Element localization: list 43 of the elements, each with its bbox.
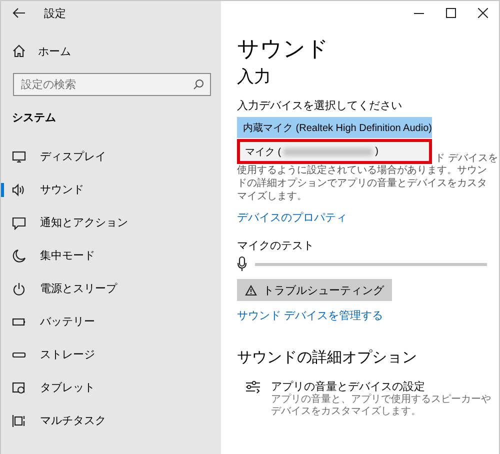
sidebar-item[interactable]: ストレージ [1, 338, 221, 371]
tablet-icon [12, 380, 26, 394]
sliders-icon [245, 380, 261, 394]
sidebar-item[interactable]: タブレット [1, 371, 221, 404]
description-text: ド デバイスを [435, 152, 498, 165]
sidebar-item[interactable]: マルチタスク [1, 404, 221, 437]
dropdown-option[interactable]: 内蔵マイク (Realtek High Definition Audio) [237, 117, 432, 138]
manage-devices-link[interactable]: サウンド デバイスを管理する [237, 309, 384, 323]
maximize-icon [446, 8, 456, 18]
multitask-icon [12, 414, 26, 428]
home-icon [12, 44, 26, 58]
section-heading: 入力 [237, 66, 272, 88]
back-icon[interactable] [12, 7, 26, 19]
warning-icon [245, 284, 257, 296]
page-title: サウンド [237, 35, 330, 63]
dropdown-option[interactable]: マイク ( ) [237, 139, 432, 164]
microphone-icon [237, 256, 247, 272]
sidebar-item[interactable]: 電源とスリープ [1, 272, 221, 305]
display-icon [12, 150, 26, 164]
sidebar-item[interactable]: サウンド [1, 173, 221, 206]
search-icon [193, 79, 204, 90]
window-title: 設定 [44, 6, 66, 20]
device-properties-link[interactable]: デバイスのプロパティ [237, 211, 347, 225]
power-icon [12, 282, 26, 296]
home-link[interactable]: ホーム [38, 44, 71, 58]
description-text: アプリの音量と、アプリで使用するスピーカーやデバイスをカスタマイズします。 [271, 394, 492, 418]
sidebar-item[interactable]: 集中モード [1, 239, 221, 272]
section-heading: サウンドの詳細オプション [237, 348, 418, 368]
search-field[interactable]: 設定の検索 [13, 73, 211, 96]
sidebar-item[interactable]: バッテリー [1, 305, 221, 338]
minimize-icon [414, 12, 424, 14]
sidebar-item[interactable]: 通知とアクション [1, 206, 221, 239]
moon-icon [12, 248, 26, 262]
section-heading: システム [12, 111, 57, 126]
sidebar-item[interactable]: ディスプレイ [1, 140, 221, 173]
speech-bubble-icon [12, 216, 26, 230]
close-icon [478, 8, 488, 18]
field-label: 入力デバイスを選択してください [237, 99, 403, 114]
field-label: マイクのテスト [237, 239, 315, 253]
speaker-icon [12, 182, 26, 196]
settings-link[interactable]: アプリの音量とデバイスの設定 [271, 380, 493, 394]
troubleshoot-button[interactable]: トラブルシューティング [237, 279, 392, 301]
description-text: 使用するように設定されている場合があります。サウンドの詳細オプションでアプリの音量とデバイスをカスタマイズします。 [237, 164, 488, 203]
